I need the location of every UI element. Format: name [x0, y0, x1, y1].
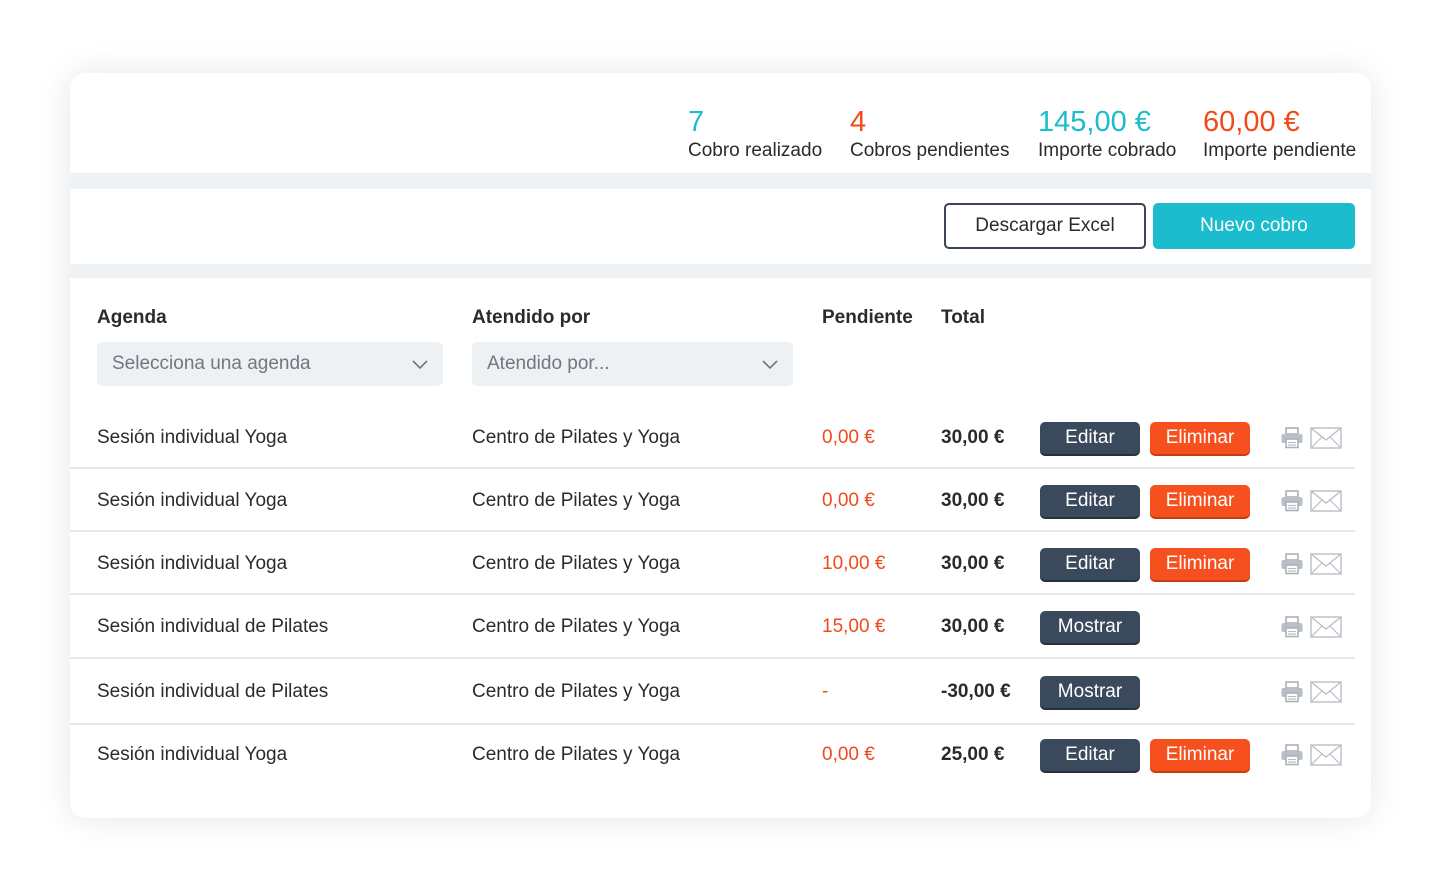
- payments-table: Agenda Atendido por Pendiente Total Sele…: [70, 278, 1371, 818]
- edit-button[interactable]: Editar: [1040, 485, 1140, 517]
- cell-total: 30,00 €: [941, 553, 1005, 574]
- table-row: Sesión individual Yoga Centro de Pilates …: [70, 406, 1355, 469]
- cell-attended: Centro de Pilates y Yoga: [472, 553, 681, 574]
- cell-pending: 15,00 €: [822, 616, 886, 637]
- table-row: Sesión individual Yoga Centro de Pilates …: [70, 725, 1355, 785]
- cell-agenda: Sesión individual Yoga: [97, 553, 288, 574]
- attended-select-value: Atendido por...: [487, 353, 610, 374]
- delete-button[interactable]: Eliminar: [1150, 422, 1250, 454]
- show-button[interactable]: Mostrar: [1040, 611, 1140, 643]
- stat-pending-amount: 60,00 € Importe pendiente: [1203, 106, 1356, 163]
- stat-pending-amount-label: Importe pendiente: [1203, 140, 1357, 161]
- cell-total: 30,00 €: [941, 427, 1005, 448]
- printer-icon[interactable]: [1280, 427, 1304, 449]
- chevron-down-icon: [412, 360, 428, 370]
- table-row: Sesión individual de Pilates Centro de Pi…: [70, 595, 1355, 659]
- printer-icon[interactable]: [1280, 490, 1304, 512]
- table-row: Sesión individual Yoga Centro de Pilates …: [70, 532, 1355, 595]
- cell-agenda: Sesión individual Yoga: [97, 427, 288, 448]
- cell-attended: Centro de Pilates y Yoga: [472, 616, 681, 637]
- new-payment-button[interactable]: Nuevo cobro: [1153, 203, 1355, 249]
- cell-attended: Centro de Pilates y Yoga: [472, 427, 681, 448]
- chevron-down-icon: [762, 360, 778, 370]
- stat-pending-value: 4: [850, 106, 867, 138]
- envelope-icon[interactable]: [1310, 490, 1342, 512]
- divider: [70, 173, 1371, 189]
- stat-collected-amount: 145,00 € Importe cobrado: [1038, 106, 1176, 163]
- download-excel-button[interactable]: Descargar Excel: [944, 203, 1146, 249]
- cell-attended: Centro de Pilates y Yoga: [472, 744, 681, 765]
- stat-collected-amount-label: Importe cobrado: [1038, 140, 1177, 161]
- table-row: Sesión individual de Pilates Centro de Pi…: [70, 659, 1355, 725]
- cell-pending: 10,00 €: [822, 553, 886, 574]
- cell-pending: 0,00 €: [822, 427, 875, 448]
- delete-button[interactable]: Eliminar: [1150, 739, 1250, 771]
- printer-icon[interactable]: [1280, 681, 1304, 703]
- envelope-icon[interactable]: [1310, 616, 1342, 638]
- attended-select[interactable]: Atendido por...: [472, 342, 793, 386]
- actions-bar: Descargar Excel Nuevo cobro: [70, 189, 1371, 264]
- edit-button[interactable]: Editar: [1040, 548, 1140, 580]
- cell-agenda: Sesión individual Yoga: [97, 744, 288, 765]
- printer-icon[interactable]: [1280, 744, 1304, 766]
- cell-total: 25,00 €: [941, 744, 1005, 765]
- cell-total: -30,00 €: [941, 681, 1011, 702]
- table-row: Sesión individual Yoga Centro de Pilates …: [70, 469, 1355, 532]
- stat-completed-value: 7: [688, 106, 705, 138]
- cell-pending: 0,00 €: [822, 490, 875, 511]
- divider: [70, 264, 1371, 278]
- cell-total: 30,00 €: [941, 616, 1005, 637]
- agenda-select[interactable]: Selecciona una agenda: [97, 342, 443, 386]
- envelope-icon[interactable]: [1310, 553, 1342, 575]
- cell-total: 30,00 €: [941, 490, 1005, 511]
- envelope-icon[interactable]: [1310, 681, 1342, 703]
- stats-header: 7 Cobro realizado 4 Cobros pendientes 14…: [70, 73, 1371, 173]
- delete-button[interactable]: Eliminar: [1150, 485, 1250, 517]
- edit-button[interactable]: Editar: [1040, 739, 1140, 771]
- column-header-pending: Pendiente: [822, 307, 913, 328]
- cell-agenda: Sesión individual de Pilates: [97, 681, 329, 702]
- cell-attended: Centro de Pilates y Yoga: [472, 490, 681, 511]
- stat-collected-amount-value: 145,00 €: [1038, 106, 1151, 138]
- stat-pending-label: Cobros pendientes: [850, 140, 1010, 161]
- cell-pending: 0,00 €: [822, 744, 875, 765]
- stat-completed: 7 Cobro realizado: [688, 106, 822, 163]
- envelope-icon[interactable]: [1310, 744, 1342, 766]
- cell-attended: Centro de Pilates y Yoga: [472, 681, 681, 702]
- show-button[interactable]: Mostrar: [1040, 676, 1140, 708]
- agenda-select-value: Selecciona una agenda: [112, 353, 311, 374]
- envelope-icon[interactable]: [1310, 427, 1342, 449]
- stat-pending: 4 Cobros pendientes: [850, 106, 1010, 163]
- stat-completed-label: Cobro realizado: [688, 140, 823, 161]
- column-header-attended: Atendido por: [472, 307, 591, 328]
- delete-button[interactable]: Eliminar: [1150, 548, 1250, 580]
- cell-agenda: Sesión individual de Pilates: [97, 616, 329, 637]
- printer-icon[interactable]: [1280, 553, 1304, 575]
- column-header-agenda: Agenda: [97, 307, 167, 328]
- cell-agenda: Sesión individual Yoga: [97, 490, 288, 511]
- payments-card: 7 Cobro realizado 4 Cobros pendientes 14…: [70, 73, 1371, 818]
- column-header-total: Total: [941, 307, 985, 328]
- cell-pending: -: [822, 681, 829, 702]
- printer-icon[interactable]: [1280, 616, 1304, 638]
- stat-pending-amount-value: 60,00 €: [1203, 106, 1300, 138]
- edit-button[interactable]: Editar: [1040, 422, 1140, 454]
